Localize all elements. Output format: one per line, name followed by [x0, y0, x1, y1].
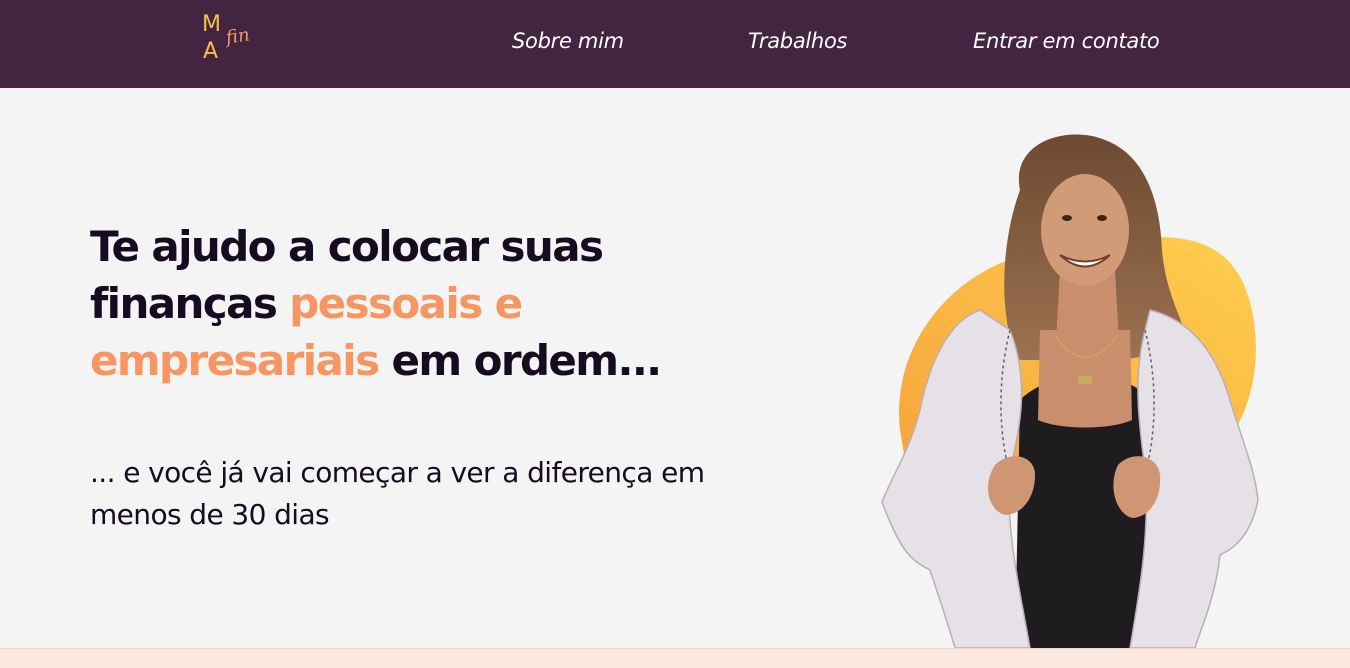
site-logo[interactable]: M A fin [200, 12, 270, 66]
hero-subline: ... e você já vai começar a ver a difere… [90, 456, 705, 531]
headline-text-end: em ordem... [378, 336, 663, 385]
top-navbar: M A fin Sobre mim Trabalhos Entrar em co… [0, 0, 1350, 88]
nav-link-contact[interactable]: Entrar em contato [973, 27, 1160, 55]
hero-portrait-image [881, 134, 1259, 648]
logo-letter-a: A [203, 39, 219, 64]
hero-headline: Te ajudo a colocar suas finanças pessoai… [90, 218, 690, 389]
logo-letter-m: M [202, 12, 221, 37]
logo-script-fin: fin [224, 24, 251, 49]
next-section-band [0, 648, 1350, 668]
nav-link-about[interactable]: Sobre mim [512, 27, 624, 55]
portrait-face [1041, 174, 1129, 286]
nav-link-works[interactable]: Trabalhos [748, 27, 847, 55]
